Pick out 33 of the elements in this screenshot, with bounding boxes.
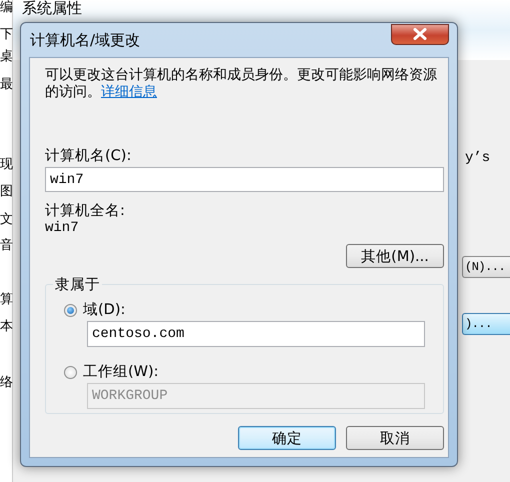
cut-off-text: 算 <box>0 292 13 308</box>
cut-off-text: 编 <box>0 0 13 16</box>
cut-off-text: 桌 <box>0 49 13 65</box>
details-link[interactable]: 详细信息 <box>101 84 157 100</box>
cut-off-text: 图 <box>0 184 13 200</box>
computer-name-field[interactable]: win7 <box>45 167 444 192</box>
cut-off-text: 下 <box>0 27 13 43</box>
cut-off-text: 络 <box>0 375 13 391</box>
cut-off-text: 音 <box>0 238 13 254</box>
radio-label: 域(D): <box>83 301 126 319</box>
dialog-button[interactable]: 确定 <box>238 426 336 450</box>
cut-off-text: 最 <box>0 77 13 93</box>
cut-off-text: 文 <box>0 212 13 228</box>
cut-off-text: 现 <box>0 157 13 173</box>
cut-off-button[interactable]: )... <box>462 313 510 335</box>
cut-off-text: y’s <box>465 150 490 166</box>
cut-off-button[interactable]: (N)... <box>462 256 510 278</box>
computer-name-label: 计算机名(C): <box>45 147 132 165</box>
close-button[interactable] <box>391 24 449 44</box>
more-button[interactable]: 其他(M)... <box>346 244 444 268</box>
radio-label: 工作组(W): <box>83 363 159 381</box>
cut-off-text: 本 <box>0 319 13 335</box>
close-icon <box>412 28 428 40</box>
window-title: 计算机名/域更改 <box>30 30 140 50</box>
background-window-title: 系统属性 <box>22 0 82 18</box>
group-title: 隶属于 <box>53 275 102 294</box>
domain-field[interactable]: centoso.com <box>87 321 425 347</box>
description-text: 可以更改这台计算机的名称和成员身份。更改可能影响网络资源的访问。详细信息 <box>45 67 438 101</box>
full-name-value: win7 <box>45 220 80 236</box>
full-name-label: 计算机全名: <box>45 202 126 220</box>
dialog-button[interactable]: 取消 <box>346 426 444 450</box>
radio-button[interactable] <box>64 304 77 316</box>
radio-button[interactable] <box>64 366 77 378</box>
